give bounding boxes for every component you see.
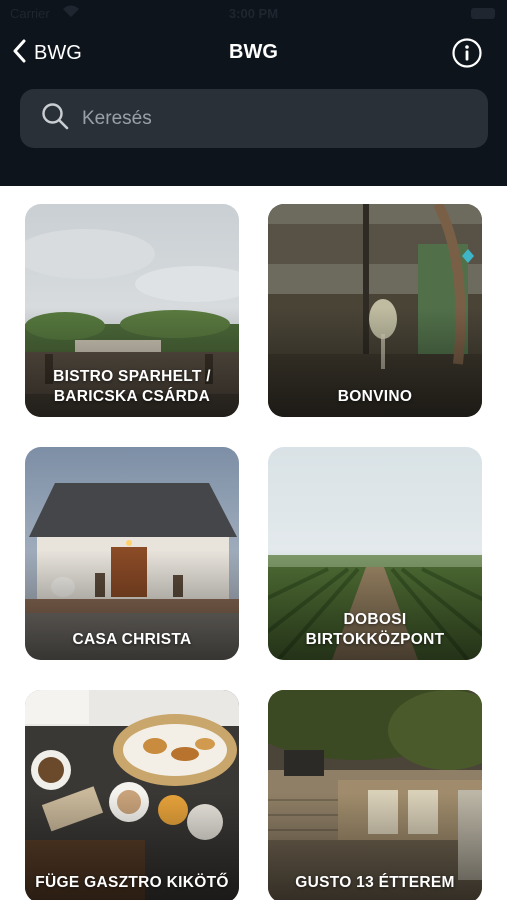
place-name: FÜGE GASZTRO KIKÖTŐ <box>35 874 229 891</box>
back-label: BWG <box>34 41 82 64</box>
place-card-gusto-13-etterem[interactable]: GUSTO 13 ÉTTEREM <box>268 690 482 900</box>
info-icon <box>451 38 483 73</box>
place-name: CASA CHRISTA <box>72 631 192 648</box>
place-name: BISTRO SPARHELT / BARICSKA CSÁRDA <box>53 368 211 405</box>
status-bar: Carrier 3:00 PM <box>0 0 507 28</box>
place-card-bonvino[interactable]: BONVINO <box>268 204 482 417</box>
info-button[interactable] <box>451 37 483 69</box>
place-card-dobosi-birtokkozpont[interactable]: DOBOSI BIRTOKKÖZPONT <box>268 447 482 660</box>
battery-icon <box>471 8 495 19</box>
place-card-fuge-gasztro-kikoto[interactable]: FÜGE GASZTRO KIKÖTŐ <box>25 690 239 900</box>
nav-bar: BWG BWG <box>0 30 507 76</box>
back-button[interactable]: BWG <box>12 38 82 68</box>
place-name: GUSTO 13 ÉTTEREM <box>295 874 455 891</box>
place-name: BONVINO <box>337 388 413 405</box>
search-icon <box>40 101 70 136</box>
status-time: 3:00 PM <box>228 6 279 21</box>
place-name: DOBOSI BIRTOKKÖZPONT <box>305 611 445 648</box>
header: Carrier 3:00 PM BWG BWG <box>0 0 507 186</box>
place-card-bistro-sparhelt[interactable]: BISTRO SPARHELT / BARICSKA CSÁRDA <box>25 204 239 417</box>
place-card-casa-christa[interactable]: CASA CHRISTA <box>25 447 239 660</box>
search-bar[interactable] <box>20 89 488 148</box>
place-grid: BISTRO SPARHELT / BARICSKA CSÁRDA BONVIN… <box>0 186 507 900</box>
chevron-left-icon <box>12 39 26 68</box>
search-input[interactable] <box>82 98 488 139</box>
